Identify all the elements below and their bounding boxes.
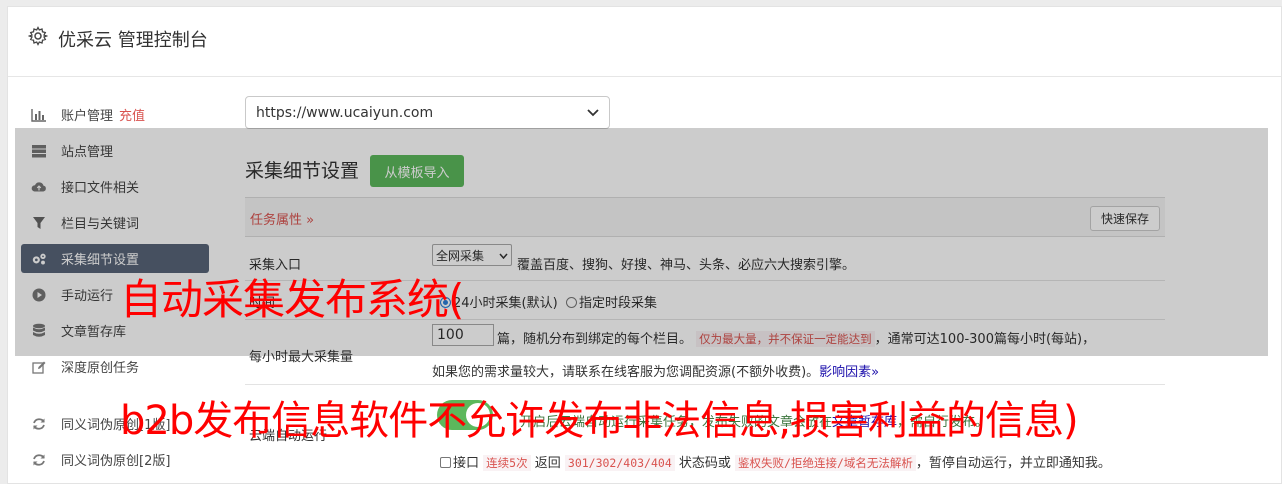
sidebar-item-label: 账户管理 bbox=[61, 109, 114, 124]
edit-icon bbox=[31, 359, 47, 375]
max-line2: 如果您的需求量较大，请联系在线客服为您调配资源(不额外收费)。影响因素» bbox=[432, 361, 879, 380]
recharge-link[interactable]: 充值 bbox=[119, 105, 145, 124]
bar-chart-icon bbox=[31, 107, 47, 123]
code-status: 301/302/403/404 bbox=[564, 455, 675, 471]
gear-icon bbox=[27, 26, 49, 46]
sidebar-item-account[interactable]: 账户管理 充值 bbox=[21, 100, 209, 129]
impact-factors-label: 影响因素 bbox=[819, 365, 872, 380]
site-select[interactable]: https://www.ucaiyun.com bbox=[245, 96, 610, 129]
refresh-icon bbox=[31, 452, 47, 468]
refresh-icon bbox=[31, 416, 47, 432]
divider bbox=[245, 384, 1165, 385]
double-chevron-down-icon: » bbox=[871, 365, 880, 380]
sidebar-item-label: 同义词伪原创[2版] bbox=[61, 454, 171, 469]
api-label: 接口 bbox=[453, 456, 480, 471]
sidebar-item-deep-original[interactable]: 深度原创任务 bbox=[21, 352, 209, 381]
site-select-value: https://www.ucaiyun.com bbox=[256, 104, 434, 121]
cloud-line2-end: ，暂停自动运行，并立即通知我。 bbox=[915, 456, 1111, 471]
sidebar-item-label: 深度原创任务 bbox=[61, 361, 140, 376]
api-notify-checkbox[interactable] bbox=[440, 457, 451, 468]
page-header: 优采云 管理控制台 bbox=[8, 7, 1281, 77]
return-text: 返回 bbox=[534, 456, 561, 471]
chevron-down-icon bbox=[587, 105, 599, 121]
sidebar-item-synonym-v2[interactable]: 同义词伪原创[2版] bbox=[21, 445, 209, 474]
max-text3: 如果您的需求量较大，请联系在线客服为您调配资源(不额外收费)。 bbox=[432, 365, 820, 380]
code-errors: 鉴权失败/拒绝连接/域名无法解析 bbox=[735, 455, 916, 471]
watermark-line1: 自动采集发布系统( bbox=[120, 275, 464, 324]
page-title: 优采云 管理控制台 bbox=[58, 30, 208, 51]
watermark-line2: b2b发布信息软件不允许发布非法信息,损害利益的信息) bbox=[120, 398, 1079, 444]
code-consecutive: 连续5次 bbox=[483, 455, 531, 471]
status-text: 状态码或 bbox=[678, 456, 731, 471]
impact-factors-link[interactable]: 影响因素» bbox=[819, 365, 879, 380]
cloud-line2: 接口 连续5次 返回 301/302/403/404 状态码或 鉴权失败/拒绝连… bbox=[440, 452, 1111, 471]
